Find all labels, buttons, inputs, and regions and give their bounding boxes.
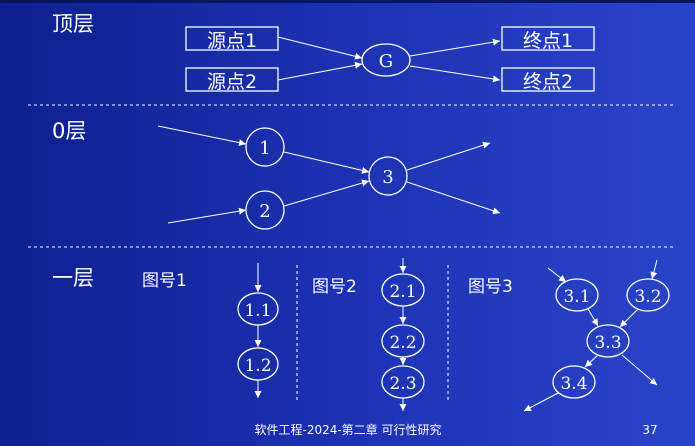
label-source1: 源点1	[207, 30, 257, 52]
fig2-title: 图号2	[312, 277, 357, 297]
label-node-3-1: 3.1	[563, 287, 590, 307]
node-3: 3	[368, 156, 408, 196]
flow-source1-to-g	[277, 36, 363, 60]
box-source2: 源点2	[185, 67, 279, 93]
flow-node-1-to-3	[283, 151, 370, 174]
flow-node-2-to-3	[283, 179, 370, 207]
section-label-level1: 一层	[52, 266, 94, 290]
label-node-2-1: 2.1	[389, 282, 416, 302]
node-1: 1	[245, 127, 285, 167]
node-2-1: 2.1	[381, 273, 425, 307]
label-node-1-2: 1.2	[244, 356, 271, 376]
node-3-2: 3.2	[626, 278, 670, 312]
flow-3-3-to-3-4	[584, 354, 599, 368]
label-node-3: 3	[382, 167, 393, 188]
slide: 顶层 0层 一层 源点1 源点2 G 终点1 终点2 1 2 3 图号1 1.1…	[0, 0, 695, 446]
label-node-2: 2	[259, 201, 270, 222]
label-node-1-1: 1.1	[244, 301, 271, 321]
flow-3-2-to-3-3	[619, 308, 639, 328]
flow-out-3-3	[621, 354, 658, 386]
label-node-1: 1	[259, 138, 270, 159]
page-number: 37	[642, 423, 657, 437]
box-sink1: 终点1	[501, 26, 595, 52]
node-1-1: 1.1	[237, 292, 279, 326]
flow-out-3-4	[523, 392, 559, 412]
flow-in-3-2	[650, 259, 658, 280]
footer-caption: 软件工程-2024-第二章 可行性研究	[254, 422, 441, 437]
flow-node-3-out-1	[406, 141, 491, 171]
label-sink2: 终点2	[523, 71, 573, 93]
data-flow-diagram: 顶层 0层 一层 源点1 源点2 G 终点1 终点2 1 2 3 图号1 1.1…	[28, 12, 676, 437]
box-sink2: 终点2	[501, 67, 595, 93]
flow-3-1-to-3-3	[587, 308, 599, 327]
fig3-title: 图号3	[468, 277, 513, 297]
label-sink1: 终点1	[523, 30, 573, 52]
node-2: 2	[245, 190, 285, 230]
flow-node-3-out-2	[406, 181, 501, 215]
label-node-2-2: 2.2	[389, 333, 416, 353]
flow-g-to-sink2	[409, 65, 501, 83]
node-3-4: 3.4	[552, 365, 596, 399]
node-3-1: 3.1	[555, 278, 599, 312]
fig1-title: 图号1	[142, 271, 187, 291]
label-source2: 源点2	[207, 71, 257, 93]
flow-in-3-1	[547, 267, 567, 283]
flow-in-node-1	[157, 125, 247, 147]
flow-source2-to-g	[277, 61, 363, 81]
node-2-2: 2.2	[381, 324, 425, 358]
node-1-2: 1.2	[237, 347, 279, 381]
box-source1: 源点1	[185, 26, 279, 52]
label-node-3-3: 3.3	[594, 333, 621, 353]
process-g: G	[361, 43, 411, 77]
label-node-3-4: 3.4	[560, 374, 587, 394]
label-node-2-3: 2.3	[389, 374, 416, 394]
section-label-level0: 0层	[52, 119, 86, 143]
node-2-3: 2.3	[381, 365, 425, 399]
label-node-3-2: 3.2	[634, 287, 661, 307]
flow-g-to-sink1	[409, 38, 501, 57]
label-process-g: G	[379, 51, 393, 72]
section-label-top: 顶层	[52, 12, 94, 36]
node-3-3: 3.3	[586, 324, 630, 358]
flow-in-node-2	[167, 207, 247, 224]
